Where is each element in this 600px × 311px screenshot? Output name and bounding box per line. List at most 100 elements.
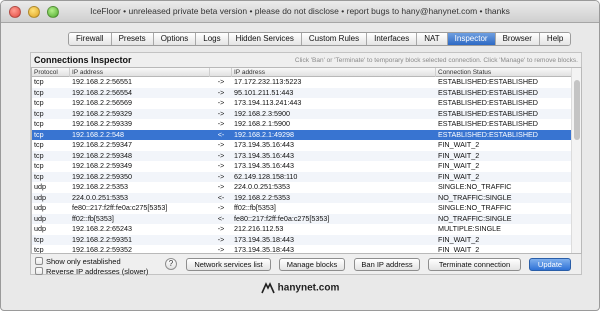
status-cell: FIN_WAIT_2 [438, 140, 480, 149]
protocol-cell: tcp [34, 119, 44, 128]
direction-cell: -> [217, 234, 225, 244]
direction-cell: <- [217, 192, 225, 202]
show-established-option[interactable]: Show only established [35, 256, 121, 266]
table-row[interactable]: tcp 192.168.2.2:548 <- 192.168.2.1:49298 EST… [32, 129, 572, 140]
tab-hidden-services[interactable]: Hidden Services [228, 33, 302, 45]
update-button[interactable]: Update [529, 258, 571, 271]
direction-cell: -> [217, 224, 225, 233]
table-row[interactable]: tcp 192.168.2.2:59349 -> 173.194.35.16:443 F… [32, 161, 572, 172]
instructions-hint: Click 'Ban' or 'Terminate' to temporary … [294, 57, 578, 64]
protocol-cell: tcp [34, 150, 44, 160]
destination-ip-cell: 173.194.35.16:443 [234, 161, 294, 170]
reverse-ip-checkbox[interactable] [35, 267, 43, 275]
table-row[interactable]: tcp 192.168.2.2:59347 -> 173.194.35.16:443 F… [32, 140, 572, 151]
table-row[interactable]: udp ff02::fb[5353] <- fe80::217:f2ff:fe0a:c… [32, 213, 572, 224]
title-bar[interactable]: IceFloor • unreleased private beta versi… [1, 1, 599, 23]
table-row[interactable]: udp 192.168.2.2:5353 -> 224.0.0.251:5353 SIN… [32, 182, 572, 193]
status-cell: FIN_WAIT_2 [438, 150, 480, 160]
status-cell: FIN_WAIT_2 [438, 245, 480, 254]
table-row[interactable]: udp 224.0.0.251:5353 <- 192.168.2.2:5353 NO_… [32, 192, 572, 203]
protocol-cell: tcp [34, 171, 44, 181]
source-ip-cell: 192.168.2.2:59347 [72, 140, 132, 149]
status-cell: ESTABLISHED:ESTABLISHED [438, 77, 538, 86]
destination-ip-cell: 173.194.113.241:443 [234, 98, 302, 107]
tab-custom-rules[interactable]: Custom Rules [301, 33, 368, 45]
source-ip-cell: 192.168.2.2:548 [72, 129, 124, 139]
direction-cell: -> [217, 77, 225, 86]
source-ip-cell: 192.168.2.2:59350 [72, 171, 132, 181]
tab-browser[interactable]: Browser [495, 33, 540, 45]
tab-interfaces[interactable]: Interfaces [367, 33, 418, 45]
footer-logo-text: hanynet.com [277, 282, 340, 294]
direction-cell: -> [217, 171, 225, 181]
column-header-direction[interactable] [210, 68, 232, 77]
column-header-protocol[interactable]: Protocol [32, 68, 70, 77]
table-row[interactable]: tcp 192.168.2.2:59352 -> 173.194.35.18:443 F… [32, 245, 572, 254]
reverse-ip-label: Reverse IP addresses (slower) [46, 266, 149, 276]
tab-inspector[interactable]: Inspector [447, 33, 496, 45]
protocol-cell: udp [34, 192, 46, 202]
tab-help[interactable]: Help [539, 33, 571, 45]
protocol-cell: tcp [34, 77, 44, 86]
destination-ip-cell: fe80::217:f2ff:fe0a:c275[5353] [234, 213, 330, 223]
table-row[interactable]: tcp 192.168.2.2:59350 -> 62.149.128.158:110… [32, 171, 572, 182]
table-row[interactable]: udp 192.168.2.2:65243 -> 212.216.112.53 MULT… [32, 224, 572, 235]
source-ip-cell: 192.168.2.2:59329 [72, 108, 132, 118]
table-row[interactable]: udp fe80::217:f2ff:fe0a:c275[5353] -> ff02:… [32, 203, 572, 214]
table-row[interactable]: tcp 192.168.2.2:56569 -> 173.194.113.241:44… [32, 98, 572, 109]
tab-options[interactable]: Options [153, 33, 197, 45]
source-ip-cell: 192.168.2.2:56551 [72, 77, 132, 86]
table-row[interactable]: tcp 192.168.2.2:59329 -> 192.168.2.3:5900 ES… [32, 108, 572, 119]
tab-presets[interactable]: Presets [111, 33, 154, 45]
table-row[interactable]: tcp 192.168.2.2:56554 -> 95.101.211.51:443 E… [32, 87, 572, 98]
manage-blocks-button[interactable]: Manage blocks [279, 258, 345, 271]
status-cell: ESTABLISHED:ESTABLISHED [438, 119, 538, 128]
destination-ip-cell: 192.168.2.1:5900 [234, 119, 290, 128]
direction-cell: -> [217, 98, 225, 107]
destination-ip-cell: 173.194.35.16:443 [234, 140, 294, 149]
protocol-cell: tcp [34, 161, 44, 170]
status-cell: NO_TRAFFIC:SINGLE [438, 192, 512, 202]
tab-nat[interactable]: NAT [417, 33, 448, 45]
scrollbar-thumb[interactable] [574, 80, 580, 140]
vertical-scrollbar[interactable] [571, 68, 581, 253]
source-ip-cell: 192.168.2.2:5353 [72, 182, 128, 191]
ban-ip-button[interactable]: Ban IP address [354, 258, 420, 271]
source-ip-cell: 192.168.2.2:59351 [72, 234, 132, 244]
table-row[interactable]: tcp 192.168.2.2:56551 -> 17.172.232.113:522… [32, 77, 572, 88]
table-row[interactable]: tcp 192.168.2.2:59339 -> 192.168.2.1:5900 ES… [32, 119, 572, 130]
tab-logs[interactable]: Logs [196, 33, 229, 45]
destination-ip-cell: 192.168.2.3:5900 [234, 108, 290, 118]
destination-ip-cell: 192.168.2.2:5353 [234, 192, 290, 202]
protocol-cell: tcp [34, 245, 44, 254]
direction-cell: -> [217, 245, 225, 254]
section-title: Connections Inspector [34, 55, 132, 65]
destination-ip-cell: 224.0.0.251:5353 [234, 182, 290, 191]
table-row[interactable]: tcp 192.168.2.2:59348 -> 173.194.35.16:443 F… [32, 150, 572, 161]
tab-bar: Firewall Presets Options Logs Hidden Ser… [68, 32, 572, 46]
status-cell: NO_TRAFFIC:SINGLE [438, 213, 512, 223]
terminate-connection-button[interactable]: Terminate connection [428, 258, 521, 271]
protocol-cell: tcp [34, 234, 44, 244]
protocol-cell: udp [34, 224, 46, 233]
column-header-source-ip[interactable]: IP address [70, 68, 210, 77]
status-cell: FIN_WAIT_2 [438, 171, 480, 181]
column-header-destination-ip[interactable]: IP address [232, 68, 436, 77]
reverse-ip-option[interactable]: Reverse IP addresses (slower) [35, 266, 148, 276]
status-cell: ESTABLISHED:ESTABLISHED [438, 87, 538, 97]
table-row[interactable]: tcp 192.168.2.2:59351 -> 173.194.35.18:443 F… [32, 234, 572, 245]
help-button[interactable]: ? [165, 258, 177, 270]
show-established-label: Show only established [46, 256, 121, 266]
destination-ip-cell: 173.194.35.18:443 [234, 245, 294, 254]
show-established-checkbox[interactable] [35, 257, 43, 265]
direction-cell: -> [217, 182, 225, 191]
destination-ip-cell: ff02::fb[5353] [234, 203, 276, 212]
destination-ip-cell: 173.194.35.16:443 [234, 150, 294, 160]
tab-firewall[interactable]: Firewall [69, 33, 112, 45]
network-services-button[interactable]: Network services list [186, 258, 271, 271]
status-cell: FIN_WAIT_2 [438, 161, 480, 170]
column-header-status[interactable]: Connection Status [436, 68, 572, 77]
status-cell: ESTABLISHED:ESTABLISHED [438, 98, 538, 107]
destination-ip-cell: 62.149.128.158:110 [234, 171, 298, 181]
destination-ip-cell: 17.172.232.113:5223 [234, 77, 302, 86]
